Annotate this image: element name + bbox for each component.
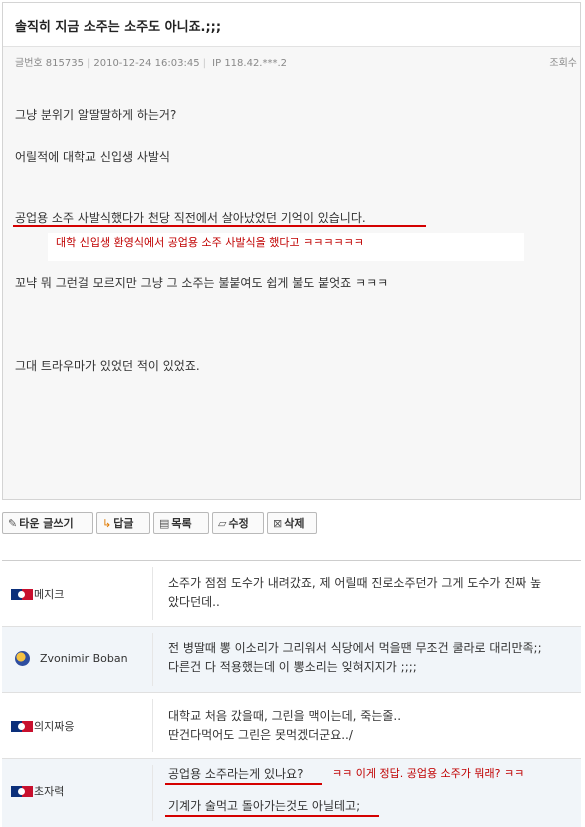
comment-row: Zvonimir Boban 전 병딸때 뽕 이소리가 그리워서 식당에서 먹을… (2, 627, 581, 693)
edit-icon: ▱ (218, 516, 227, 530)
comment-author[interactable]: Zvonimir Boban (11, 651, 128, 666)
post-body-line: 공업용 소주 사발식했다가 천당 직전에서 살아났었던 기억이 있습니다. (15, 211, 366, 225)
post-body-line: 꼬냑 뭐 그런걸 모르지만 그냥 그 소주는 불붙여도 쉽게 불도 붙엇죠 ㅋㅋ… (15, 276, 389, 290)
post-number: 815735 (45, 58, 84, 69)
edit-button[interactable]: ▱ 수정 (212, 512, 264, 534)
comment-author-name: 초자력 (34, 785, 65, 798)
comment-author[interactable]: 의지짜응 (11, 718, 74, 734)
comment-list: 메지크 소주가 점점 도수가 내려갔죠, 제 어릴때 진로소주던가 그게 도수가… (2, 560, 581, 827)
ip-address: 118.42.***.2 (224, 58, 288, 69)
ip-label: IP (212, 58, 222, 69)
comment-line: 기계가 술먹고 돌아가는것도 아닐테고; (168, 799, 361, 813)
close-box-icon: ⊠ (273, 516, 283, 530)
list-icon: ▤ (159, 516, 170, 530)
mlb-logo-icon (11, 588, 33, 600)
list-button-label: 목록 (171, 517, 192, 530)
comment-divider (152, 699, 153, 752)
comment-author-name: 의지짜응 (34, 720, 75, 733)
edit-button-label: 수정 (228, 517, 249, 530)
post-body-line: 어릴적에 대학교 신입생 사발식 (15, 150, 170, 164)
comment-divider (152, 765, 153, 821)
post-date: 2010-12-24 16:03:45 (93, 58, 200, 69)
reply-arrow-icon: ↳ (102, 516, 112, 530)
comment-row: 메지크 소주가 점점 도수가 내려갔죠, 제 어릴때 진로소주던가 그게 도수가… (2, 561, 581, 627)
reply-button[interactable]: ↳ 답글 (96, 512, 150, 534)
red-underline (165, 815, 379, 817)
comment-line: 다른건 다 적용했는데 이 뽕소리는 잊혀지지가 ;;;; (168, 660, 417, 674)
comment-author-name: Zvonimir Boban (40, 652, 128, 665)
write-button-label: 타운 글쓰기 (19, 517, 74, 530)
mlb-logo-icon (11, 720, 33, 732)
list-button[interactable]: ▤ 목록 (153, 512, 209, 534)
comment-row: 초자력 공업용 소주라는게 있나요? 기계가 술먹고 돌아가는것도 아닐테고; … (2, 759, 581, 827)
pencil-icon: ✎ (8, 516, 18, 530)
post-number-label: 글번호 (15, 58, 43, 69)
delete-button[interactable]: ⊠ 삭제 (267, 512, 317, 534)
reply-button-label: 답글 (113, 517, 134, 530)
comment-line: 소주가 점점 도수가 내려갔죠, 제 어릴때 진로소주던가 그게 도수가 진짜 … (168, 576, 542, 590)
post-title: 솔직히 지금 소주는 소주도 아니죠.;;; (3, 3, 580, 47)
comment-divider (152, 567, 153, 620)
mlb-logo-icon (11, 785, 33, 797)
comment-row: 의지짜응 대학교 처음 갔을때, 그린을 맥이는데, 죽는줄.. 딴건다먹어도 … (2, 693, 581, 759)
comment-divider (152, 633, 153, 686)
delete-button-label: 삭제 (284, 517, 305, 530)
post-body-line: 그대 트라우마가 있었던 적이 있었죠. (15, 359, 200, 373)
comment-line: 대학교 처음 갔을때, 그린을 맥이는데, 죽는줄.. (168, 709, 402, 723)
comment-line: 딴건다먹어도 그린은 못먹겠더군요../ (168, 728, 353, 742)
write-button[interactable]: ✎ 타운 글쓰기 (2, 512, 93, 534)
comment-line: 았다던데.. (168, 595, 220, 609)
comment-author[interactable]: 초자력 (11, 783, 64, 799)
red-underline (13, 225, 426, 227)
baseball-avatar-icon (15, 651, 30, 666)
comment-text: 전 병딸때 뽕 이소리가 그리워서 식당에서 먹을땐 무조건 쿨라로 대리만족;… (168, 639, 542, 677)
views-label: 조회수 (549, 58, 577, 69)
red-annotation: 대학 신입생 환영식에서 공업용 소주 사발식을 했다고 ㅋㅋㅋㅋㅋㅋ (56, 236, 364, 249)
post-body-line: 그냥 분위기 알딸딸하게 하는거? (15, 108, 177, 122)
comment-author[interactable]: 메지크 (11, 586, 64, 602)
red-underline (165, 783, 322, 785)
post-meta: 글번호 815735 | 2010-12-24 16:03:45 | IP 118.4… (3, 47, 580, 71)
red-annotation: ㅋㅋ 이게 정답. 공업용 소주가 뭐래? ㅋㅋ (332, 767, 525, 780)
comment-text: 소주가 점점 도수가 내려갔죠, 제 어릴때 진로소주던가 그게 도수가 진짜 … (168, 574, 541, 612)
comment-line: 전 병딸때 뽕 이소리가 그리워서 식당에서 먹을땐 무조건 쿨라로 대리만족;… (168, 641, 542, 655)
comment-author-name: 메지크 (34, 588, 65, 601)
comment-text: 대학교 처음 갔을때, 그린을 맥이는데, 죽는줄.. 딴건다먹어도 그린은 못… (168, 707, 401, 745)
